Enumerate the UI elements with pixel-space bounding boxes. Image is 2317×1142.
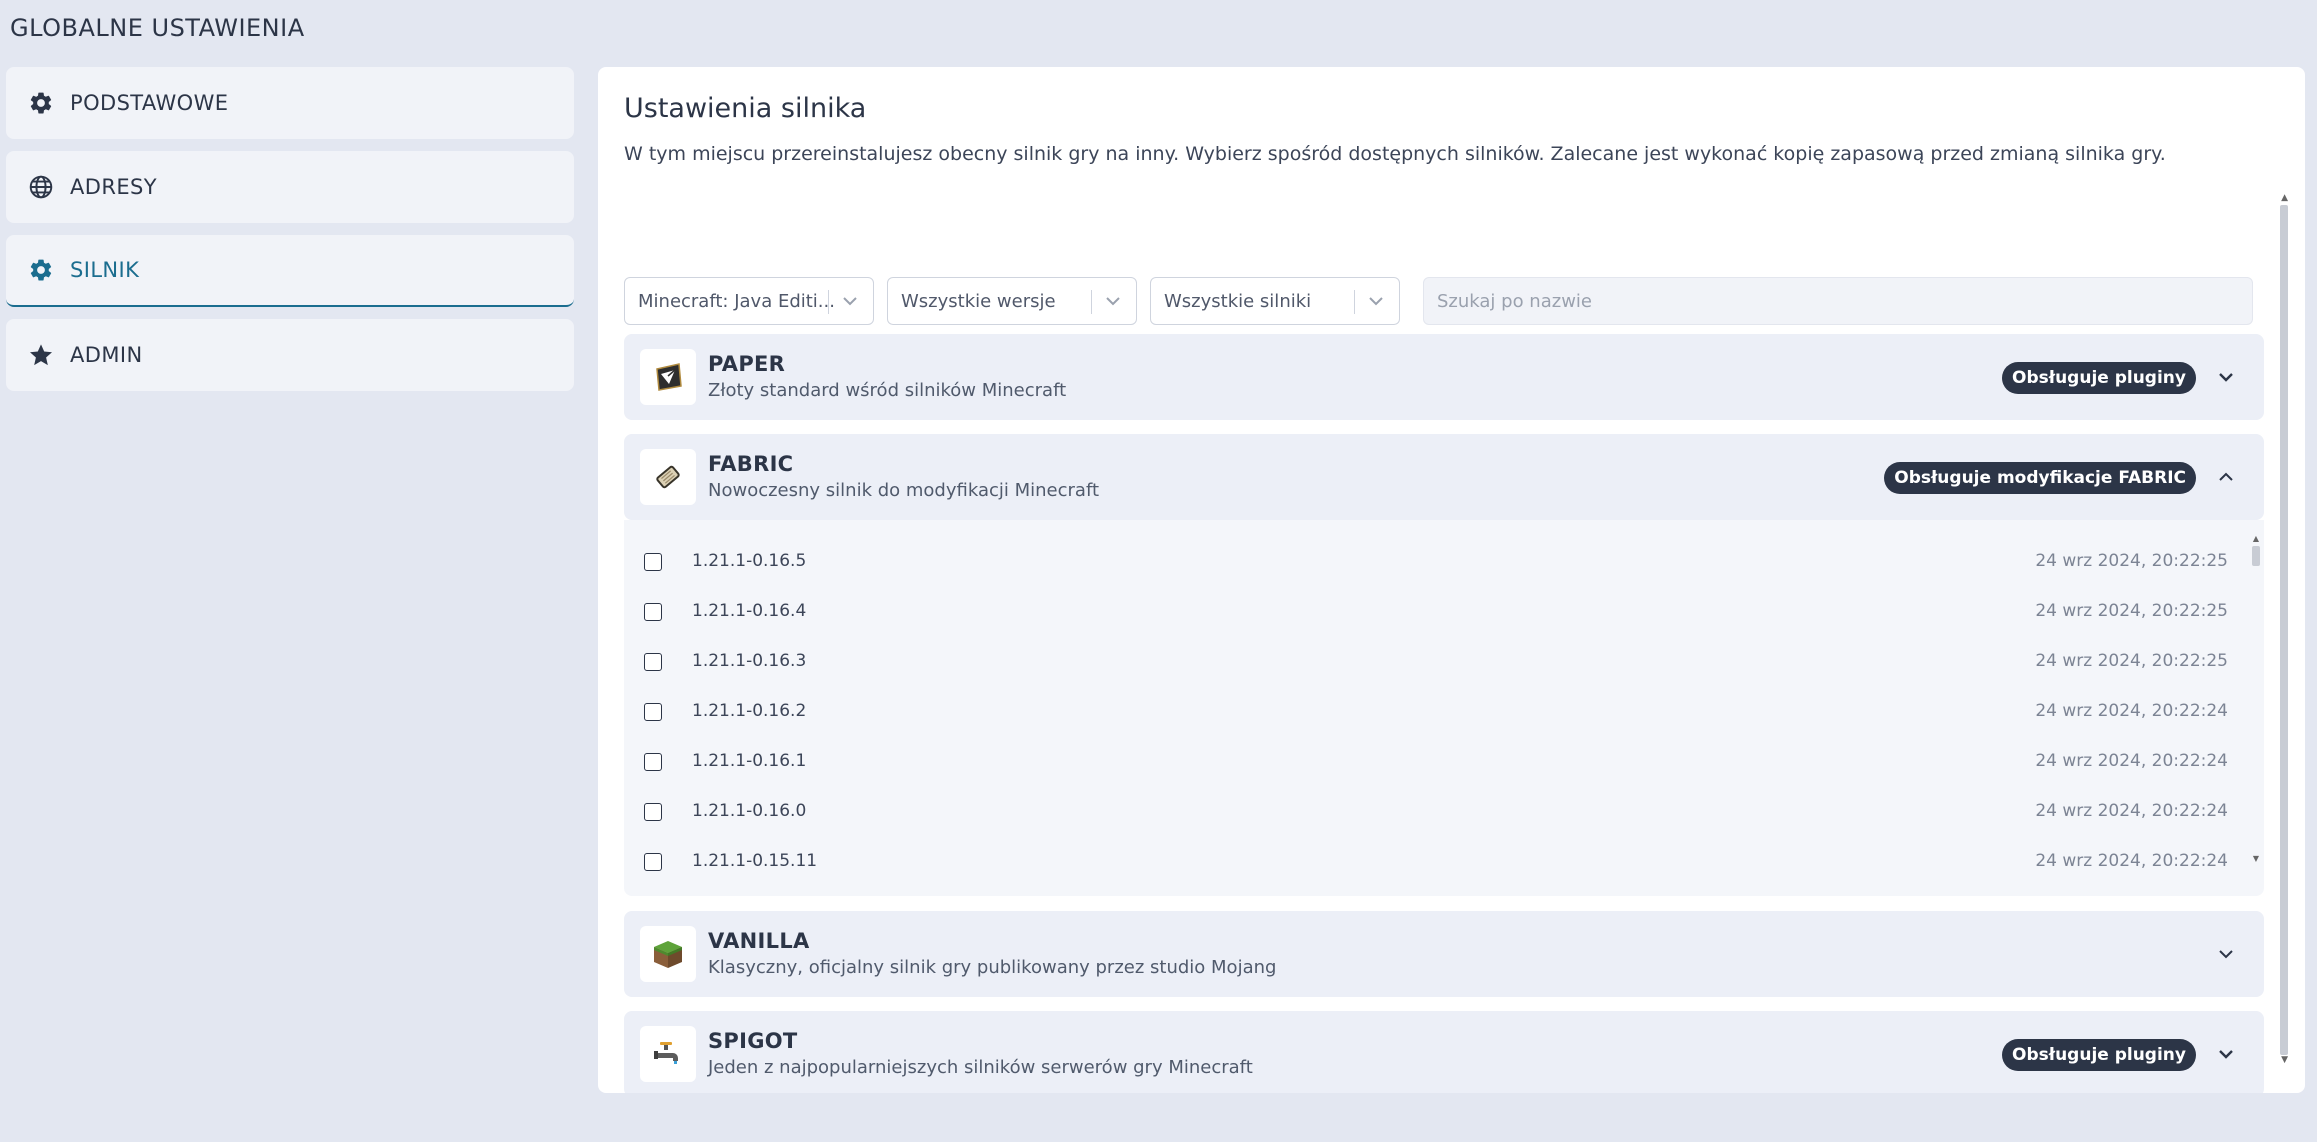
chevron-down-icon <box>1103 289 1123 318</box>
scrollbar-thumb[interactable] <box>2252 546 2260 566</box>
version-checkbox[interactable] <box>644 653 662 671</box>
fabric-version-list: 1.21.1-0.16.5 24 wrz 2024, 20:22:25 1.21… <box>624 520 2264 896</box>
select-divider <box>1354 290 1355 314</box>
version-checkbox[interactable] <box>644 603 662 621</box>
version-row[interactable]: 1.21.1-0.16.1 24 wrz 2024, 20:22:24 <box>624 738 2234 788</box>
sidebar-item-label: PODSTAWOWE <box>70 91 229 115</box>
engine-name: FABRIC <box>708 452 794 476</box>
engine-name: SPIGOT <box>708 1029 798 1053</box>
version-checkbox[interactable] <box>644 753 662 771</box>
engine-settings-panel: Ustawienia silnika W tym miejscu przerei… <box>598 67 2305 1093</box>
globe-icon <box>28 174 70 200</box>
game-select[interactable]: Minecraft: Java Editi... <box>624 277 874 325</box>
version-checkbox[interactable] <box>644 803 662 821</box>
panel-title: Ustawienia silnika <box>624 93 867 124</box>
filters-bar: Minecraft: Java Editi... Wszystkie wersj… <box>624 277 2253 325</box>
version-date: 24 wrz 2024, 20:22:25 <box>2035 651 2228 671</box>
sidebar-item-silnik[interactable]: SILNIK <box>6 235 574 307</box>
sidebar-item-adresy[interactable]: ADRESY <box>6 151 574 223</box>
version-row[interactable]: 1.21.1-0.16.3 24 wrz 2024, 20:22:25 <box>624 638 2234 688</box>
settings-sidebar: PODSTAWOWE ADRESY SILNIK ADMIN <box>6 67 574 403</box>
engine-description: Klasyczny, oficjalny silnik gry publikow… <box>708 957 1277 978</box>
chevron-down-icon[interactable] <box>2216 944 2236 968</box>
scroll-up-arrow-icon[interactable]: ▲ <box>2281 193 2288 203</box>
version-date: 24 wrz 2024, 20:22:25 <box>2035 551 2228 571</box>
engine-name: PAPER <box>708 352 786 376</box>
sidebar-item-label: SILNIK <box>70 258 140 282</box>
sidebar-item-podstawowe[interactable]: PODSTAWOWE <box>6 67 574 139</box>
select-divider <box>1091 290 1092 314</box>
version-date: 24 wrz 2024, 20:22:25 <box>2035 601 2228 621</box>
version-name: 1.21.1-0.16.0 <box>692 801 807 821</box>
engine-name: VANILLA <box>708 929 810 953</box>
version-name: 1.21.1-0.16.1 <box>692 751 807 771</box>
engine-list-scroller: ▲ ▼ Minecraft: Java Editi... Wszystkie w… <box>624 193 2290 1093</box>
engine-card-paper[interactable]: PAPER Złoty standard wśród silników Mine… <box>624 334 2264 420</box>
chevron-down-icon[interactable] <box>2216 1044 2236 1068</box>
version-checkbox[interactable] <box>644 553 662 571</box>
version-list-scrollbar[interactable]: ▲ ▼ <box>2251 534 2261 864</box>
scroll-down-arrow-icon[interactable]: ▼ <box>2253 854 2259 863</box>
plugin-support-badge: Obsługuje pluginy <box>2002 362 2196 394</box>
engine-type-select-value: Wszystkie silniki <box>1164 290 1312 312</box>
version-checkbox[interactable] <box>644 853 662 871</box>
version-name: 1.21.1-0.16.5 <box>692 551 807 571</box>
chevron-up-icon[interactable] <box>2216 467 2236 491</box>
scrollbar[interactable]: ▲ ▼ <box>2278 193 2290 1073</box>
engine-card-spigot[interactable]: SPIGOT Jeden z najpopularniejszych silni… <box>624 1011 2264 1093</box>
scroll-up-arrow-icon[interactable]: ▲ <box>2253 534 2259 543</box>
sidebar-item-admin[interactable]: ADMIN <box>6 319 574 391</box>
chevron-down-icon[interactable] <box>2216 367 2236 391</box>
gear-icon <box>28 257 70 283</box>
scrollbar-thumb[interactable] <box>2280 205 2288 1055</box>
engine-description: Jeden z najpopularniejszych silników ser… <box>708 1057 1253 1078</box>
page-title: GLOBALNE USTAWIENIA <box>10 14 305 42</box>
vanilla-grass-block-icon <box>640 926 696 982</box>
version-date: 24 wrz 2024, 20:22:24 <box>2035 851 2228 871</box>
spigot-faucet-icon <box>640 1026 696 1082</box>
version-row[interactable]: 1.21.1-0.16.4 24 wrz 2024, 20:22:25 <box>624 588 2234 638</box>
version-select-value: Wszystkie wersje <box>901 290 1056 312</box>
version-row[interactable]: 1.21.1-0.15.11 24 wrz 2024, 20:22:24 <box>624 838 2234 888</box>
paper-logo-icon <box>640 349 696 405</box>
gear-icon <box>28 90 70 116</box>
search-input[interactable] <box>1423 277 2253 325</box>
panel-description: W tym miejscu przereinstalujesz obecny s… <box>624 143 2166 165</box>
mod-support-badge: Obsługuje modyfikacje FABRIC <box>1884 462 2196 494</box>
version-name: 1.21.1-0.15.11 <box>692 851 818 871</box>
version-date: 24 wrz 2024, 20:22:24 <box>2035 801 2228 821</box>
version-row[interactable]: 1.21.1-0.16.2 24 wrz 2024, 20:22:24 <box>624 688 2234 738</box>
sidebar-item-label: ADMIN <box>70 343 143 367</box>
chevron-down-icon <box>1366 289 1386 318</box>
game-select-value: Minecraft: Java Editi... <box>638 290 835 312</box>
engine-type-select[interactable]: Wszystkie silniki <box>1150 277 1400 325</box>
sidebar-item-label: ADRESY <box>70 175 157 199</box>
version-select[interactable]: Wszystkie wersje <box>887 277 1137 325</box>
select-divider <box>828 290 829 314</box>
scroll-down-arrow-icon[interactable]: ▼ <box>2281 1055 2288 1065</box>
version-name: 1.21.1-0.16.2 <box>692 701 807 721</box>
plugin-support-badge: Obsługuje pluginy <box>2002 1039 2196 1071</box>
engine-description: Złoty standard wśród silników Minecraft <box>708 380 1067 401</box>
version-row[interactable]: 1.21.1-0.16.5 24 wrz 2024, 20:22:25 <box>624 538 2234 588</box>
version-name: 1.21.1-0.16.4 <box>692 601 807 621</box>
engine-card-fabric[interactable]: FABRIC Nowoczesny silnik do modyfikacji … <box>624 434 2264 520</box>
chevron-down-icon <box>840 289 860 318</box>
engine-card-vanilla[interactable]: VANILLA Klasyczny, oficjalny silnik gry … <box>624 911 2264 997</box>
version-row[interactable]: 1.21.1-0.16.0 24 wrz 2024, 20:22:24 <box>624 788 2234 838</box>
star-icon <box>28 342 70 368</box>
version-date: 24 wrz 2024, 20:22:24 <box>2035 751 2228 771</box>
fabric-logo-icon <box>640 449 696 505</box>
version-date: 24 wrz 2024, 20:22:24 <box>2035 701 2228 721</box>
version-name: 1.21.1-0.16.3 <box>692 651 807 671</box>
engine-description: Nowoczesny silnik do modyfikacji Minecra… <box>708 480 1100 501</box>
version-checkbox[interactable] <box>644 703 662 721</box>
